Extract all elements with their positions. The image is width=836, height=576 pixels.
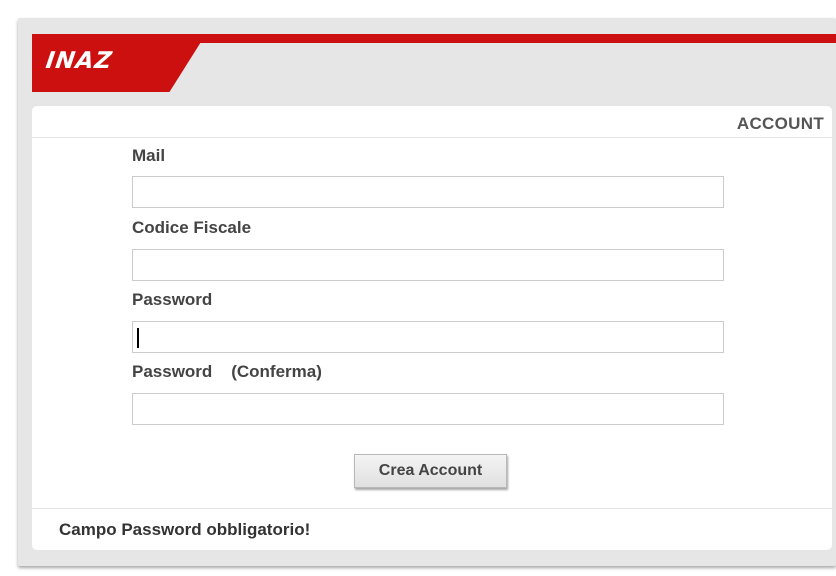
status-message: Campo Password obbligatorio! xyxy=(59,520,311,539)
logo-text: INAZ xyxy=(44,48,115,74)
password-input[interactable] xyxy=(132,321,724,353)
create-account-button[interactable]: Crea Account xyxy=(354,454,507,488)
password-confirm-label: Password (Conferma) xyxy=(132,362,322,381)
text-caret xyxy=(137,328,139,348)
account-panel: INAZ ACCOUNT Mail Codice Fiscale Passwor… xyxy=(18,18,836,566)
footer-divider xyxy=(32,508,832,509)
codice-fiscale-input[interactable] xyxy=(132,249,724,281)
mail-label: Mail xyxy=(132,146,166,165)
section-title: ACCOUNT xyxy=(736,114,824,133)
title-divider xyxy=(32,137,832,138)
password-confirm-input[interactable] xyxy=(132,393,724,425)
mail-input[interactable] xyxy=(132,176,724,208)
codice-fiscale-label: Codice Fiscale xyxy=(132,218,252,237)
form-card: ACCOUNT Mail Codice Fiscale Password Pas… xyxy=(32,106,832,550)
password-label: Password xyxy=(132,290,213,309)
